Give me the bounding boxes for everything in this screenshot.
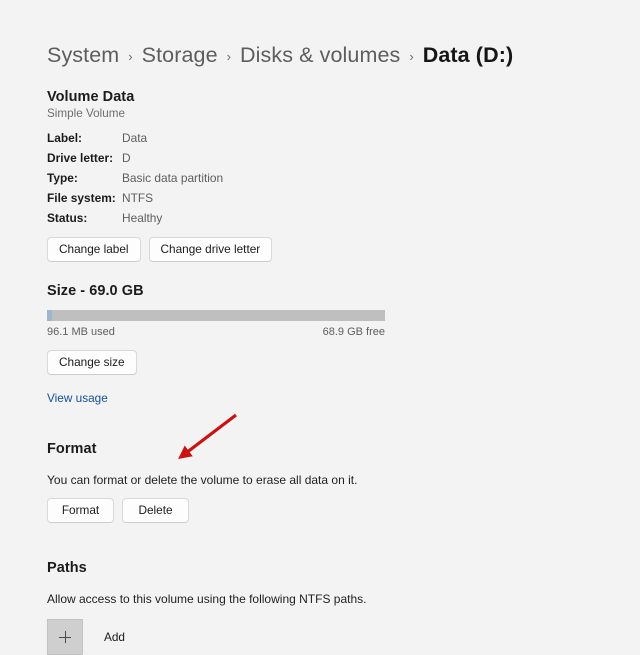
table-row: Label: Data (47, 132, 223, 152)
change-size-button[interactable]: Change size (47, 350, 137, 375)
breadcrumb-item-disks-volumes[interactable]: Disks & volumes (240, 43, 400, 68)
property-value-label: Data (122, 131, 148, 145)
size-usage-bar-fill (47, 310, 52, 321)
size-used-label: 96.1 MB used (47, 326, 115, 338)
table-row: File system: NTFS (47, 192, 223, 212)
volume-actions: Change label Change drive letter (47, 237, 607, 262)
property-value-file-system: NTFS (122, 191, 154, 205)
breadcrumb-separator-icon: › (409, 48, 414, 64)
size-usage-legend: 96.1 MB used 68.9 GB free (47, 326, 385, 338)
change-label-button[interactable]: Change label (47, 237, 141, 262)
breadcrumb-separator-icon: › (128, 48, 133, 64)
add-path-row[interactable]: Add (47, 619, 607, 655)
size-free-label: 68.9 GB free (322, 326, 385, 338)
table-row: Status: Healthy (47, 212, 223, 232)
plus-icon[interactable] (47, 619, 83, 655)
format-description: You can format or delete the volume to e… (47, 473, 358, 487)
volume-data-title: Volume Data (47, 89, 135, 105)
breadcrumb: System › Storage › Disks & volumes › Dat… (47, 40, 607, 70)
breadcrumb-item-system[interactable]: System (47, 43, 119, 68)
size-actions: Change size (47, 350, 607, 375)
size-section: Size - 69.0 GB 96.1 MB used 68.9 GB free… (47, 283, 607, 407)
property-value-status: Healthy (122, 211, 163, 225)
table-row: Drive letter: D (47, 152, 223, 172)
property-value-type: Basic data partition (122, 171, 224, 185)
table-row: Type: Basic data partition (47, 172, 223, 192)
volume-data-section: Volume Data Simple Volume Label: Data Dr… (47, 89, 607, 262)
paths-section: Paths Allow access to this volume using … (47, 560, 607, 655)
view-usage-link[interactable]: View usage (47, 391, 108, 405)
property-key-file-system: File system: (47, 191, 116, 205)
paths-title: Paths (47, 560, 87, 576)
breadcrumb-item-current: Data (D:) (422, 42, 514, 67)
property-key-drive-letter: Drive letter: (47, 151, 114, 165)
size-title: Size - 69.0 GB (47, 283, 144, 299)
paths-description: Allow access to this volume using the fo… (47, 592, 367, 606)
property-value-drive-letter: D (122, 151, 131, 165)
delete-button[interactable]: Delete (122, 498, 189, 523)
format-section: Format You can format or delete the volu… (47, 441, 607, 523)
add-path-label: Add (104, 630, 125, 644)
volume-properties-table: Label: Data Drive letter: D Type: Basic … (47, 132, 223, 232)
breadcrumb-separator-icon: › (226, 48, 231, 64)
change-drive-letter-button[interactable]: Change drive letter (148, 237, 273, 262)
format-actions: Format Delete (47, 498, 607, 523)
format-button[interactable]: Format (47, 498, 114, 523)
property-key-label: Label: (47, 131, 83, 145)
volume-data-subtitle: Simple Volume (47, 107, 125, 120)
size-usage-bar (47, 310, 385, 321)
format-title: Format (47, 441, 97, 457)
property-key-type: Type: (47, 171, 78, 185)
breadcrumb-item-storage[interactable]: Storage (142, 43, 218, 68)
settings-page: System › Storage › Disks & volumes › Dat… (47, 0, 607, 655)
property-key-status: Status: (47, 211, 88, 225)
